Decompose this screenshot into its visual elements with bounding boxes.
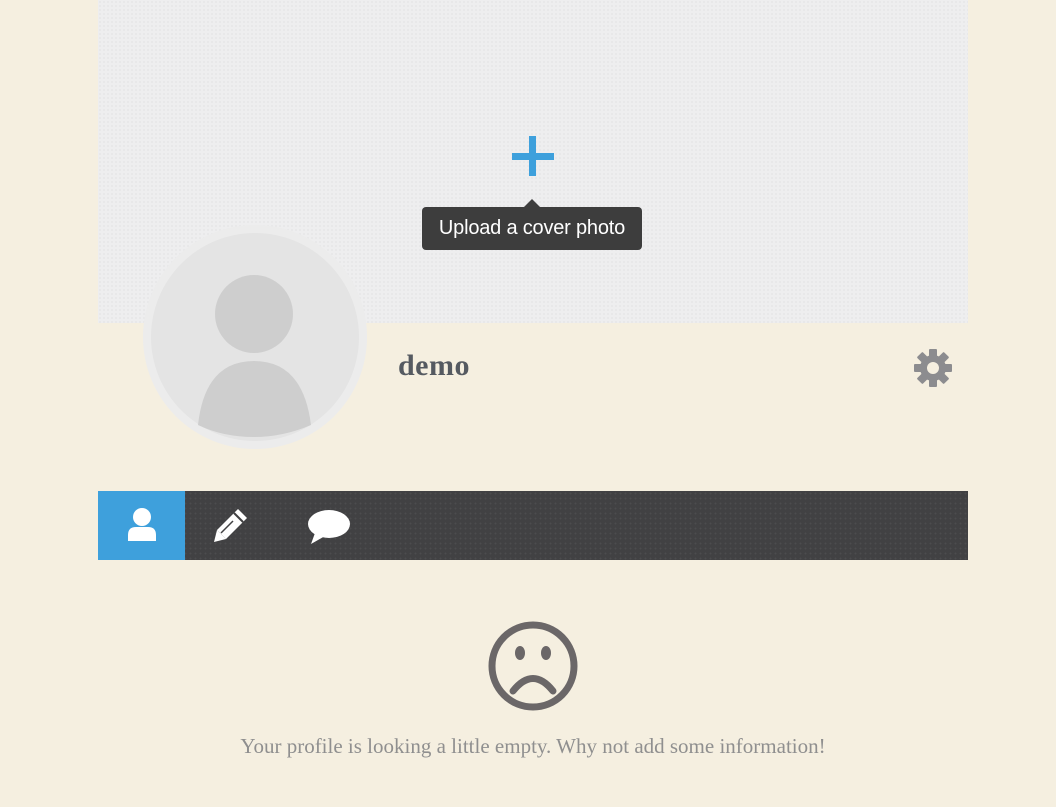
- avatar[interactable]: [143, 225, 367, 449]
- empty-state-face: [487, 620, 579, 712]
- settings-button[interactable]: [913, 348, 953, 388]
- tab-profile[interactable]: [98, 491, 185, 560]
- profile-page: Upload a cover photo demo Your profile i…: [0, 0, 1056, 807]
- upload-cover-tooltip: Upload a cover photo: [422, 207, 642, 250]
- speech-bubble-icon: [308, 510, 350, 544]
- profile-username: demo: [398, 349, 470, 382]
- pencil-icon: [214, 509, 247, 542]
- upload-cover-button[interactable]: [511, 134, 555, 178]
- empty-state-message: Your profile is looking a little empty. …: [240, 734, 826, 758]
- profile-nav-bar: [98, 491, 968, 560]
- user-icon: [128, 508, 156, 541]
- gear-icon: [914, 349, 952, 387]
- tab-posts[interactable]: [185, 491, 281, 560]
- default-avatar-icon: [151, 233, 359, 441]
- tooltip-arrow: [524, 199, 540, 207]
- plus-icon: [512, 136, 554, 176]
- tab-comments[interactable]: [281, 491, 377, 560]
- sad-face-icon: [488, 621, 578, 711]
